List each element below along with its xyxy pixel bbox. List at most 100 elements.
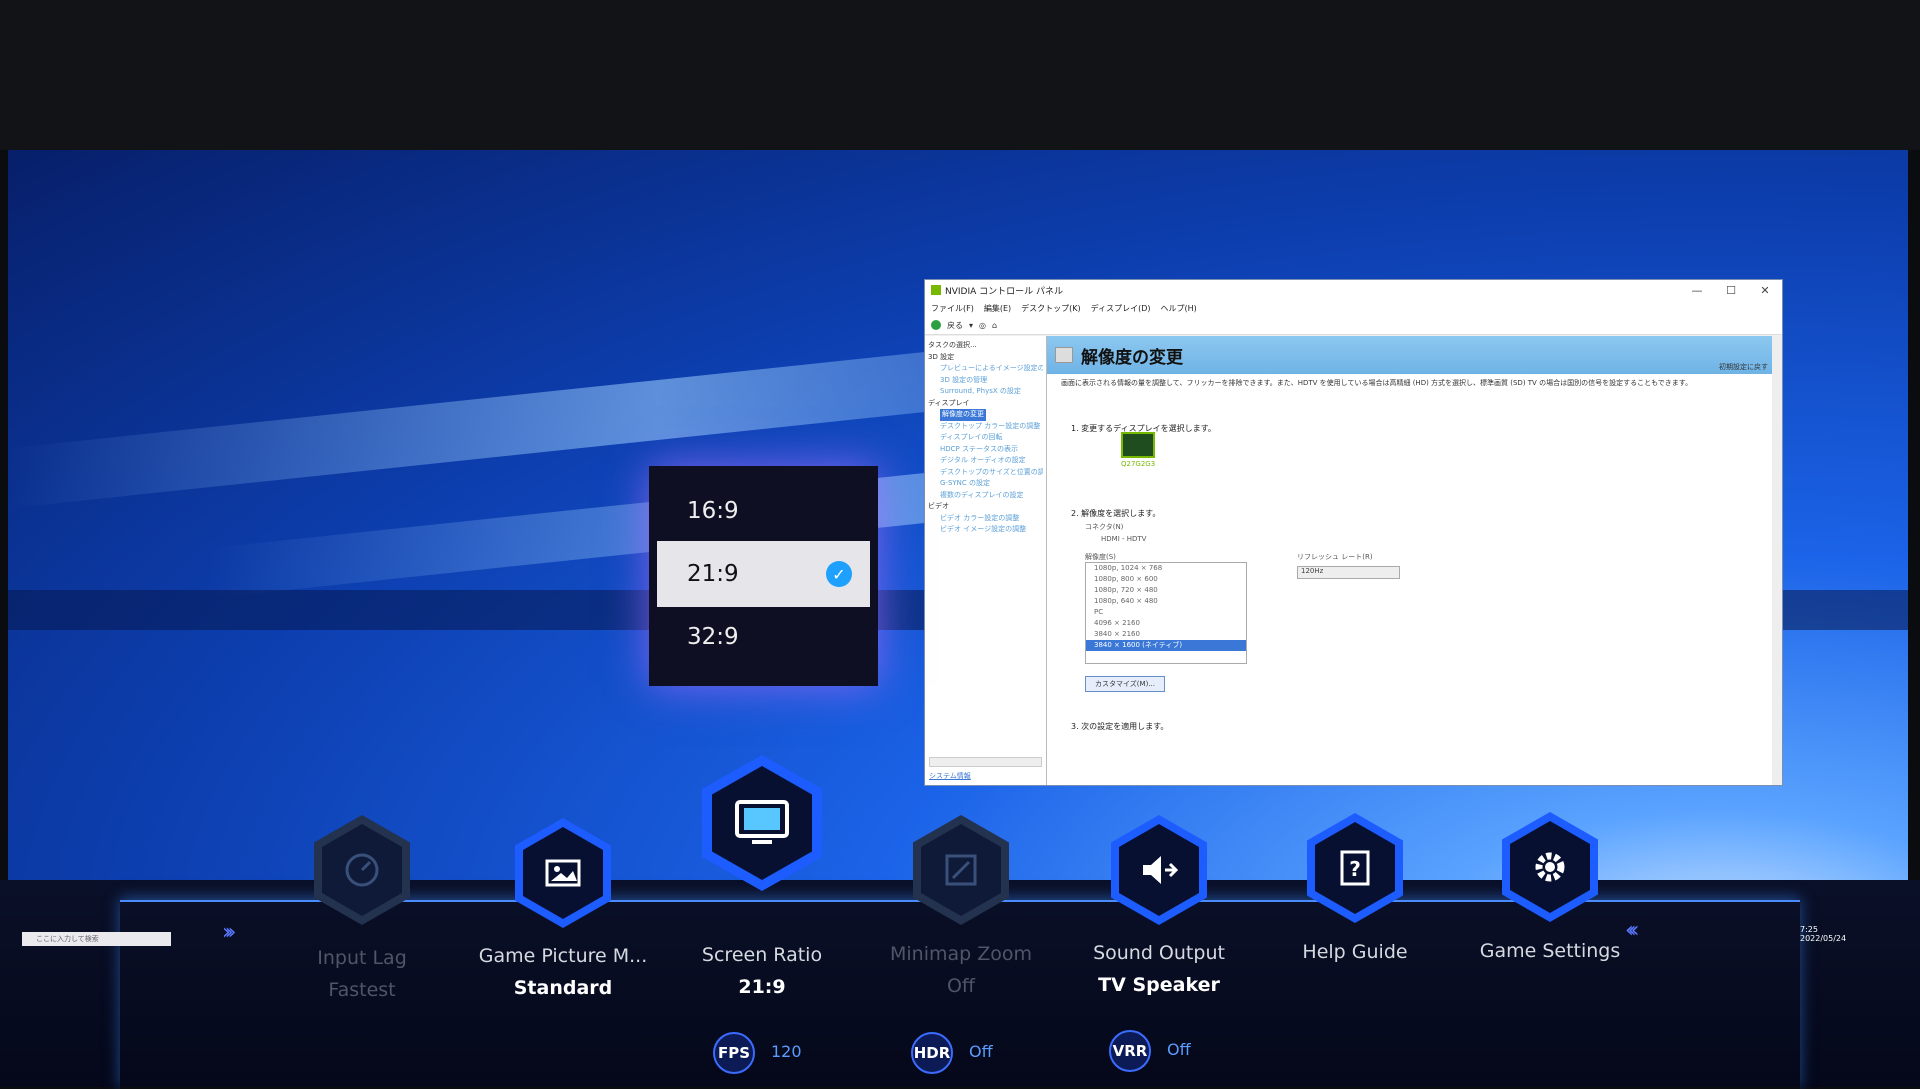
speedometer-icon <box>345 853 379 887</box>
fps-value: 120 <box>771 1042 802 1061</box>
item-label: Minimap Zoom <box>889 943 1033 965</box>
back-button[interactable]: 戻る <box>947 320 963 331</box>
refresh-rate-select[interactable]: 120Hz <box>1297 566 1400 579</box>
ratio-option-16-9[interactable]: 16:9 <box>657 478 870 544</box>
tree-item[interactable]: デスクトップ カラー設定の調整 <box>928 421 1043 433</box>
window-title: NVIDIA コントロール パネル <box>945 286 1064 297</box>
toolbar: 戻る ▾ ◎ ⌂ <box>925 316 1782 335</box>
system-info-link[interactable]: システム情報 <box>929 771 971 781</box>
list-item[interactable]: 1080p, 800 × 600 <box>1086 574 1246 585</box>
tree-item[interactable]: 複数のディスプレイの設定 <box>928 490 1043 502</box>
menu-desktop[interactable]: デスクトップ(K) <box>1021 303 1081 314</box>
ratio-option-32-9[interactable]: 32:9 <box>657 604 870 670</box>
taskbar-clock: 7:25 2022/05/24 <box>1800 925 1846 943</box>
chevron-right-icon: ››› <box>222 920 237 945</box>
ratio-option-label: 16:9 <box>687 498 739 524</box>
tree-item[interactable]: 3D 設定の管理 <box>928 375 1043 387</box>
close-button[interactable]: ✕ <box>1748 284 1782 297</box>
item-label: Game Settings <box>1479 940 1621 962</box>
list-item[interactable]: 1080p, 720 × 480 <box>1086 585 1246 596</box>
tree-item[interactable]: ビデオ イメージ設定の調整 <box>928 524 1043 536</box>
picture-icon <box>545 859 581 887</box>
home-icon[interactable]: ⌂ <box>992 321 997 330</box>
ratio-option-21-9[interactable]: 21:9 ✓ <box>657 541 870 607</box>
help-book-icon: ? <box>1340 850 1370 886</box>
list-item[interactable]: 1080p, 640 × 480 <box>1086 596 1246 607</box>
forward-icon[interactable]: ◎ <box>979 321 986 330</box>
tree-item[interactable]: ビデオ カラー設定の調整 <box>928 513 1043 525</box>
tree-item-video[interactable]: ビデオ <box>928 501 1043 513</box>
list-item[interactable]: 1080p, 1024 × 768 <box>1086 563 1246 574</box>
customize-button[interactable]: カスタマイズ(M)... <box>1085 676 1165 692</box>
resolution-list[interactable]: 1080p, 1024 × 768 1080p, 800 × 600 1080p… <box>1085 562 1247 664</box>
item-value: TV Speaker <box>1098 974 1220 996</box>
tree-item[interactable]: G-SYNC の設定 <box>928 478 1043 490</box>
main-panel: 解像度の変更 初期設定に戻す 画面に表示される情報の量を調整して、フリッカーを排… <box>1047 336 1782 785</box>
page-title: 解像度の変更 <box>1081 347 1183 368</box>
ratio-option-label: 21:9 <box>687 561 739 587</box>
tree-item[interactable]: デジタル オーディオの設定 <box>928 455 1043 467</box>
menu-edit[interactable]: 編集(E) <box>984 303 1011 314</box>
menu-display[interactable]: ディスプレイ(D) <box>1091 303 1151 314</box>
item-label: Help Guide <box>1302 941 1408 963</box>
item-label: Screen Ratio <box>701 944 823 966</box>
item-value: Off <box>946 975 976 997</box>
item-label: Input Lag <box>317 947 407 969</box>
menu-file[interactable]: ファイル(F) <box>931 303 974 314</box>
ratio-option-label: 32:9 <box>687 624 739 650</box>
menu-bar: ファイル(F) 編集(E) デスクトップ(K) ディスプレイ(D) ヘルプ(H) <box>925 300 1782 316</box>
tree-item[interactable]: デスクトップのサイズと位置の調整 <box>928 467 1043 479</box>
menu-help[interactable]: ヘルプ(H) <box>1160 303 1196 314</box>
tree-scrollbar[interactable] <box>929 757 1042 767</box>
gear-icon <box>1535 852 1565 882</box>
clock-date: 2022/05/24 <box>1800 934 1847 943</box>
svg-text:?: ? <box>1349 857 1361 881</box>
monitor-select-icon[interactable] <box>1121 432 1155 458</box>
tree-item[interactable]: HDCP ステータスの表示 <box>928 444 1043 456</box>
tree-item-change-resolution[interactable]: 解像度の変更 <box>940 409 986 421</box>
task-tree: タスクの選択... 3D 設定 プレビューによるイメージ設定の調整 3D 設定の… <box>925 336 1047 785</box>
item-value: Standard <box>513 977 613 999</box>
chevron-down-icon[interactable]: ▾ <box>969 321 973 330</box>
nvidia-logo-icon <box>931 285 941 295</box>
zoom-icon <box>945 854 977 886</box>
screen-icon <box>735 800 789 844</box>
vrr-value: Off <box>1167 1040 1191 1059</box>
tree-item-3d-settings[interactable]: 3D 設定 <box>928 352 1043 364</box>
item-label: Game Picture M... <box>478 945 648 967</box>
connector-label: コネクタ(N) <box>1085 523 1124 531</box>
page-description: 画面に表示される情報の量を調整して、フリッカーを排除できます。また、HDTV を… <box>1061 379 1693 387</box>
connector-value: HDMI - HDTV <box>1101 535 1147 543</box>
item-value: 21:9 <box>738 976 786 998</box>
monitor-bezel <box>0 0 1920 150</box>
restore-defaults-link[interactable]: 初期設定に戻す <box>1719 362 1768 372</box>
list-group-header: PC <box>1094 608 1104 616</box>
list-item[interactable]: 4096 × 2160 <box>1086 618 1246 629</box>
nvidia-control-panel-window: NVIDIA コントロール パネル — ☐ ✕ ファイル(F) 編集(E) デス… <box>924 279 1783 786</box>
tree-item[interactable]: プレビューによるイメージ設定の調整 <box>928 363 1043 375</box>
tree-item[interactable]: Surround, PhysX の設定 <box>928 386 1043 398</box>
speaker-icon <box>1143 856 1179 884</box>
clock-time: 7:25 <box>1800 925 1818 934</box>
hdr-value: Off <box>969 1042 993 1061</box>
screen-ratio-popup: 16:9 21:9 ✓ 32:9 <box>649 466 878 686</box>
refresh-rate-label: リフレッシュ レート(R) <box>1297 553 1373 561</box>
list-item[interactable]: 3840 × 2160 <box>1086 629 1246 640</box>
display-settings-icon <box>1055 347 1073 363</box>
tree-header: タスクの選択... <box>928 341 977 349</box>
hdr-badge: HDR <box>911 1032 953 1074</box>
minimize-button[interactable]: — <box>1680 284 1714 297</box>
item-label: Sound Output <box>1093 942 1225 964</box>
back-arrow-icon[interactable] <box>931 320 941 330</box>
window-titlebar[interactable]: NVIDIA コントロール パネル — ☐ ✕ <box>925 280 1782 300</box>
maximize-button[interactable]: ☐ <box>1714 284 1748 297</box>
fps-badge: FPS <box>713 1032 755 1074</box>
checkmark-icon: ✓ <box>826 561 852 587</box>
list-item-selected[interactable]: 3840 × 1600 (ネイティブ) <box>1086 640 1246 651</box>
taskbar-search-input[interactable]: ここに入力して検索 <box>22 932 171 946</box>
main-scrollbar[interactable] <box>1772 336 1782 785</box>
tree-item[interactable]: ディスプレイの回転 <box>928 432 1043 444</box>
step-3-label: 3. 次の設定を適用します。 <box>1071 722 1169 731</box>
tree-item-display[interactable]: ディスプレイ <box>928 398 1043 410</box>
vrr-badge: VRR <box>1109 1030 1151 1072</box>
